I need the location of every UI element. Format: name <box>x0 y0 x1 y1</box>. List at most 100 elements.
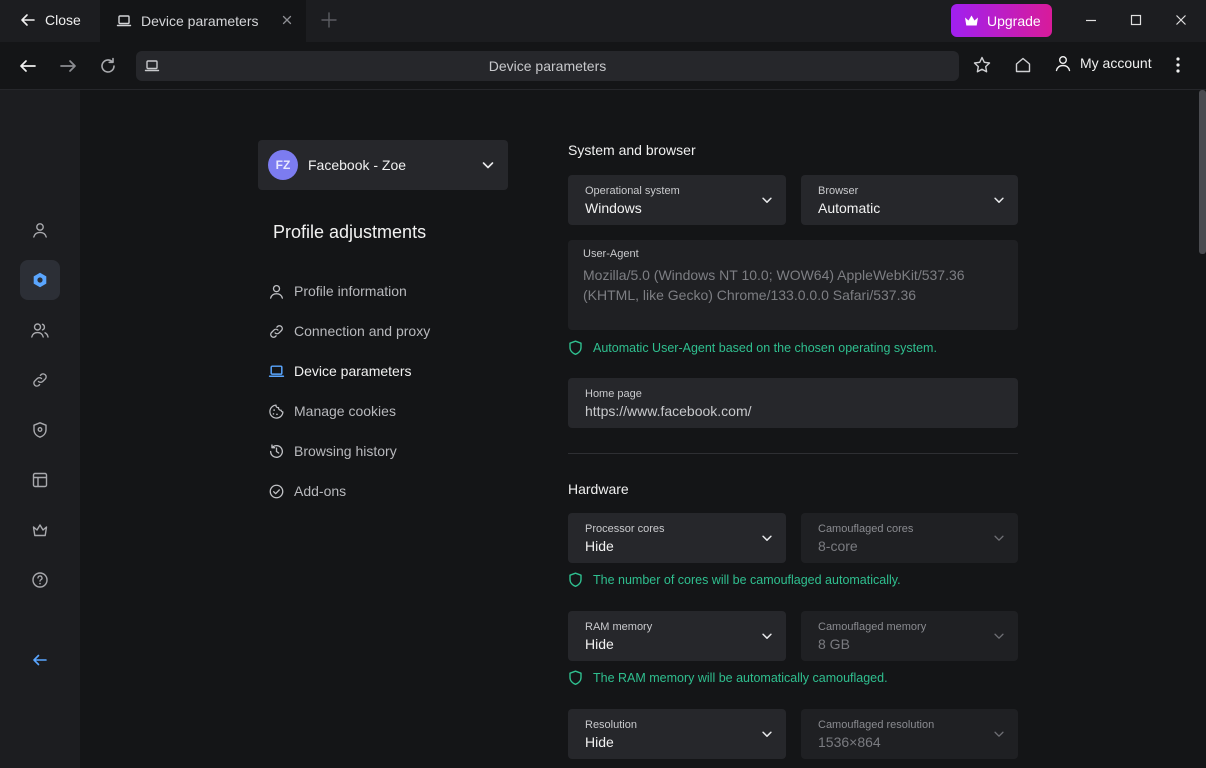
close-button[interactable]: Close <box>0 0 98 40</box>
menu-item-label: Profile information <box>294 283 407 299</box>
processor-cores-select[interactable]: Processor cores Hide <box>568 513 786 563</box>
ram-label: RAM memory <box>585 621 653 633</box>
laptop-icon <box>268 363 285 380</box>
chevron-down-icon <box>992 629 1006 643</box>
my-account-button[interactable]: My account <box>1054 54 1152 72</box>
user-agent-label: User-Agent <box>583 248 639 260</box>
more-vertical-icon[interactable] <box>1168 55 1188 75</box>
laptop-icon <box>116 13 132 29</box>
home-page-label: Home page <box>585 388 642 400</box>
navigation-bar: Device parameters My account <box>0 42 1206 90</box>
browser-value: Automatic <box>818 200 881 216</box>
os-select[interactable]: Operational system Windows <box>568 175 786 225</box>
users-icon <box>30 321 50 339</box>
minimize-icon[interactable] <box>1082 11 1100 29</box>
menu-item-connection-proxy[interactable]: Connection and proxy <box>268 321 430 341</box>
home-icon[interactable] <box>1013 55 1033 75</box>
rail-premium[interactable] <box>20 510 60 550</box>
menu-item-add-ons[interactable]: Add-ons <box>268 481 346 501</box>
address-bar[interactable]: Device parameters <box>136 51 959 81</box>
menu-item-device-parameters[interactable]: Device parameters <box>268 361 412 381</box>
os-value: Windows <box>585 200 642 216</box>
star-icon[interactable] <box>972 55 992 75</box>
shield-icon <box>31 421 49 439</box>
account-label: My account <box>1080 55 1152 71</box>
cores-value: Hide <box>585 538 614 554</box>
menu-item-label: Manage cookies <box>294 403 396 419</box>
arrow-left-icon <box>31 651 49 669</box>
menu-item-profile-information[interactable]: Profile information <box>268 281 407 301</box>
camouflaged-memory-select: Camouflaged memory 8 GB <box>801 611 1018 661</box>
crown-icon <box>963 12 980 29</box>
forward-arrow-icon[interactable] <box>58 56 78 76</box>
menu-item-label: Connection and proxy <box>294 323 431 339</box>
tab-title: Device parameters <box>141 13 259 29</box>
rail-team[interactable] <box>20 310 60 350</box>
rail-browser-profiles[interactable] <box>20 260 60 300</box>
camouflaged-cores-select: Camouflaged cores 8-core <box>801 513 1018 563</box>
resolution-select[interactable]: Resolution Hide <box>568 709 786 759</box>
hint-text: Automatic User-Agent based on the chosen… <box>593 341 937 355</box>
camo-res-label: Camouflaged resolution <box>818 719 935 731</box>
shield-check-icon <box>568 572 583 588</box>
close-label: Close <box>45 12 81 28</box>
title-bar: Close Device parameters Upgrade <box>0 0 1206 42</box>
chevron-down-icon <box>760 531 774 545</box>
link-icon <box>31 371 49 389</box>
shield-check-icon <box>568 670 583 686</box>
maximize-icon[interactable] <box>1127 11 1145 29</box>
rail-collapse[interactable] <box>20 640 60 680</box>
new-tab-plus-icon[interactable] <box>320 11 338 29</box>
camouflaged-resolution-select: Camouflaged resolution 1536×864 <box>801 709 1018 759</box>
upgrade-button[interactable]: Upgrade <box>951 4 1052 37</box>
shield-check-icon <box>568 340 583 356</box>
home-page-field[interactable]: Home page https://www.facebook.com/ <box>568 378 1018 428</box>
window-close-icon[interactable] <box>1172 11 1190 29</box>
chevron-down-icon <box>992 193 1006 207</box>
crown-icon <box>31 521 49 539</box>
address-text: Device parameters <box>488 58 607 74</box>
chevron-down-icon <box>760 727 774 741</box>
scrollbar[interactable] <box>1199 90 1206 254</box>
rail-templates[interactable] <box>20 460 60 500</box>
check-circle-icon <box>268 483 285 500</box>
reload-icon[interactable] <box>98 56 118 76</box>
back-arrow-icon[interactable] <box>18 56 38 76</box>
upgrade-label: Upgrade <box>987 12 1041 29</box>
chevron-down-icon <box>760 193 774 207</box>
side-rail <box>0 90 80 768</box>
resolution-label: Resolution <box>585 719 637 731</box>
rail-help[interactable] <box>20 560 60 600</box>
menu-item-label: Browsing history <box>294 443 397 459</box>
camo-cores-value: 8-core <box>818 538 858 554</box>
history-icon <box>268 443 285 460</box>
page-title: Profile adjustments <box>273 222 427 242</box>
chevron-down-icon <box>760 629 774 643</box>
menu-item-manage-cookies[interactable]: Manage cookies <box>268 401 396 421</box>
ram-hint: The RAM memory will be automatically cam… <box>568 670 888 686</box>
link-icon <box>268 323 285 340</box>
rail-proxies[interactable] <box>20 360 60 400</box>
menu-item-browsing-history[interactable]: Browsing history <box>268 441 397 461</box>
camo-ram-label: Camouflaged memory <box>818 621 927 633</box>
browser-select[interactable]: Browser Automatic <box>801 175 1018 225</box>
section-divider <box>568 453 1018 454</box>
cores-hint: The number of cores will be camouflaged … <box>568 572 901 588</box>
cores-label: Processor cores <box>585 523 665 535</box>
rail-security[interactable] <box>20 410 60 450</box>
system-browser-title: System and browser <box>568 142 696 158</box>
tab-device-parameters[interactable]: Device parameters <box>100 0 306 42</box>
camo-cores-label: Camouflaged cores <box>818 523 914 535</box>
chevron-down-icon <box>480 157 496 173</box>
profile-selector[interactable]: FZ Facebook - Zoe <box>258 140 508 190</box>
resolution-value: Hide <box>585 734 614 750</box>
tab-close-icon[interactable] <box>280 13 294 27</box>
user-icon <box>31 221 49 239</box>
arrow-left-icon <box>20 12 36 28</box>
ram-memory-select[interactable]: RAM memory Hide <box>568 611 786 661</box>
browser-label: Browser <box>818 185 859 197</box>
cookie-icon <box>268 403 285 420</box>
user-agent-field[interactable]: User-Agent Mozilla/5.0 (Windows NT 10.0;… <box>568 240 1018 330</box>
rail-profile[interactable] <box>20 210 60 250</box>
menu-item-label: Device parameters <box>294 363 412 379</box>
